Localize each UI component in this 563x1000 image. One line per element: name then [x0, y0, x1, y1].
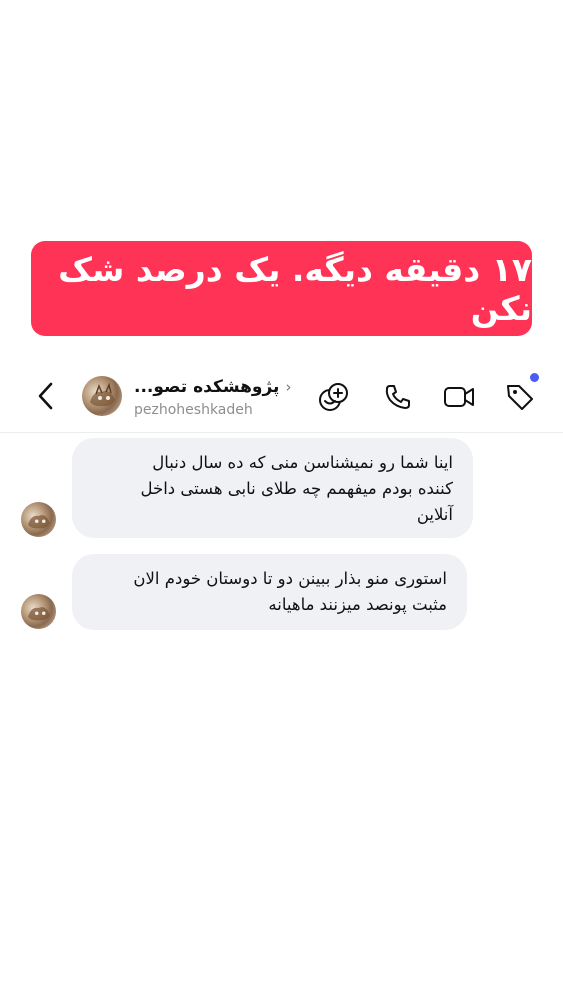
- caption-banner: ۱۷ دقیقه دیگه. یک درصد شک نکن: [31, 241, 532, 336]
- contact-title-row[interactable]: پژوهشکده تصو... ›: [134, 376, 291, 398]
- back-button[interactable]: [30, 380, 62, 412]
- dm-screen: پژوهشکده تصو... › pezhoheshkadeh اینا شم…: [0, 358, 563, 640]
- contact-username: pezhoheshkadeh: [134, 402, 253, 418]
- notification-dot: [530, 373, 539, 382]
- add-effect-icon: [319, 383, 348, 411]
- video-call-button[interactable]: [442, 380, 476, 414]
- chevron-right-icon: ›: [285, 378, 292, 396]
- effects-button[interactable]: [317, 380, 351, 414]
- contact-avatar[interactable]: [82, 376, 122, 416]
- message-line: آنلاین: [416, 505, 453, 524]
- phone-icon: [385, 385, 410, 409]
- message-bubble[interactable]: استوری منو بذار ببینن دو تا دوستان خودم …: [72, 554, 467, 630]
- tag-button[interactable]: [503, 380, 537, 414]
- contact-name: پژوهشکده تصو...: [134, 377, 280, 397]
- chat-header: پژوهشکده تصو... › pezhoheshkadeh: [0, 358, 563, 433]
- audio-call-button[interactable]: [381, 380, 415, 414]
- tag-icon: [507, 385, 533, 410]
- chevron-left-icon: [38, 382, 53, 410]
- sender-avatar[interactable]: [21, 502, 56, 537]
- message-line: استوری منو بذار ببینن دو تا دوستان خودم …: [133, 569, 447, 588]
- message-line: کننده بودم میفهمم چه طلای نابی هستی داخل: [140, 479, 454, 498]
- message-line: مثبت پونصد میزنند ماهیانه: [268, 595, 447, 614]
- message-line: اینا شما رو نمیشناسن منی که ده سال دنبال: [152, 453, 453, 472]
- video-icon: [444, 387, 474, 407]
- sender-avatar[interactable]: [21, 594, 56, 629]
- caption-text: ۱۷ دقیقه دیگه. یک درصد شک نکن: [58, 249, 532, 328]
- message-bubble[interactable]: اینا شما رو نمیشناسن منی که ده سال دنبال…: [72, 438, 473, 538]
